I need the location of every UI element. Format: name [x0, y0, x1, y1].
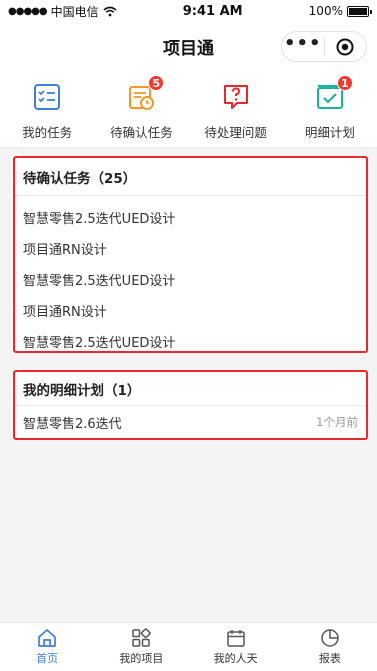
quick-my-tasks[interactable]: 我的任务 — [7, 82, 87, 141]
tab-label-projects: 我的项目 — [119, 652, 164, 665]
task-name: 智慧零售2.5迭代UED设计 — [23, 212, 176, 227]
mini-program-capsule: ••• — [281, 31, 367, 62]
nav-bar: 项目通 ••• — [0, 22, 377, 70]
pending-calendar-icon: 5 — [126, 75, 165, 112]
tab-my-projects[interactable]: 我的项目 — [101, 628, 181, 666]
status-time: 9:41 AM — [182, 3, 243, 19]
tab-bar: 首页 我的项目 我的人天 报表 — [0, 622, 377, 671]
quick-pending-tasks[interactable]: 5 待确认任务 — [101, 75, 181, 141]
quick-label-my-tasks: 我的任务 — [22, 125, 73, 140]
tab-home[interactable]: 首页 — [7, 628, 87, 666]
close-program-button[interactable] — [325, 32, 367, 61]
list-item[interactable]: 项目通RN设计 — [15, 295, 366, 326]
more-button[interactable]: ••• — [282, 32, 324, 61]
tab-reports[interactable]: 报表 — [290, 628, 370, 666]
quick-label-issues: 待处理问题 — [204, 125, 267, 140]
calendar-icon — [226, 630, 245, 647]
tab-my-mandays[interactable]: 我的人天 — [196, 628, 276, 666]
list-item[interactable]: 智慧零售2.5迭代UED设计 — [15, 264, 366, 295]
pending-count-badge: 5 — [148, 75, 165, 91]
plan-count-badge: 1 — [336, 75, 353, 91]
quick-issues[interactable]: 待处理问题 — [196, 82, 276, 141]
question-bubble-icon — [221, 82, 251, 112]
signal-dots-icon: ●●●●● — [8, 5, 48, 17]
check-plan-icon: 1 — [315, 75, 353, 112]
pending-tasks-title[interactable]: 待确认任务（25） — [15, 158, 366, 196]
battery-icon — [346, 5, 372, 17]
tab-label-home: 首页 — [36, 652, 59, 665]
task-list-icon — [32, 82, 62, 112]
plan-name: 智慧零售2.6迭代 — [23, 416, 122, 432]
task-name: 项目通RN设计 — [23, 305, 107, 320]
quick-actions: 我的任务 5 待确认任务 待处理问题 1 明细计划 — [0, 70, 377, 148]
list-item[interactable]: 智慧零售2.5迭代UED设计 — [15, 326, 366, 357]
more-dots-icon: ••• — [283, 32, 322, 54]
status-left: ●●●●● 中国电信 — [8, 3, 117, 20]
wifi-icon — [103, 6, 117, 16]
status-right: 100% — [308, 4, 372, 18]
quick-detail-plan[interactable]: 1 明细计划 — [290, 75, 370, 141]
list-item[interactable]: 智慧零售2.6迭代 1个月前 — [15, 406, 366, 438]
battery-percent: 100% — [308, 4, 343, 18]
plan-time: 1个月前 — [316, 415, 358, 429]
task-name: 项目通RN设计 — [23, 243, 107, 258]
carrier-label: 中国电信 — [50, 4, 99, 19]
list-item[interactable]: 项目通RN设计 — [15, 233, 366, 264]
quick-label-plan: 明细计划 — [304, 125, 355, 140]
status-bar: ●●●●● 中国电信 9:41 AM 100% — [0, 0, 377, 22]
target-circle-icon — [336, 38, 354, 55]
quick-label-pending: 待确认任务 — [110, 125, 173, 140]
page-title: 项目通 — [163, 38, 214, 59]
task-name: 智慧零售2.5迭代UED设计 — [23, 336, 176, 351]
task-name: 智慧零售2.5迭代UED设计 — [23, 274, 176, 289]
tab-label-mandays: 我的人天 — [213, 652, 258, 665]
tab-label-reports: 报表 — [318, 652, 341, 665]
detail-plan-title[interactable]: 我的明细计划（1） — [15, 372, 366, 406]
home-icon — [38, 629, 56, 647]
detail-plan-card: 我的明细计划（1） 智慧零售2.6迭代 1个月前 — [13, 370, 368, 440]
pie-chart-icon — [321, 629, 339, 647]
pending-tasks-card: 待确认任务（25） 智慧零售2.5迭代UED设计 项目通RN设计 智慧零售2.5… — [13, 156, 368, 353]
list-item[interactable]: 智慧零售2.5迭代UED设计 — [15, 202, 366, 233]
apps-grid-icon — [132, 628, 152, 647]
